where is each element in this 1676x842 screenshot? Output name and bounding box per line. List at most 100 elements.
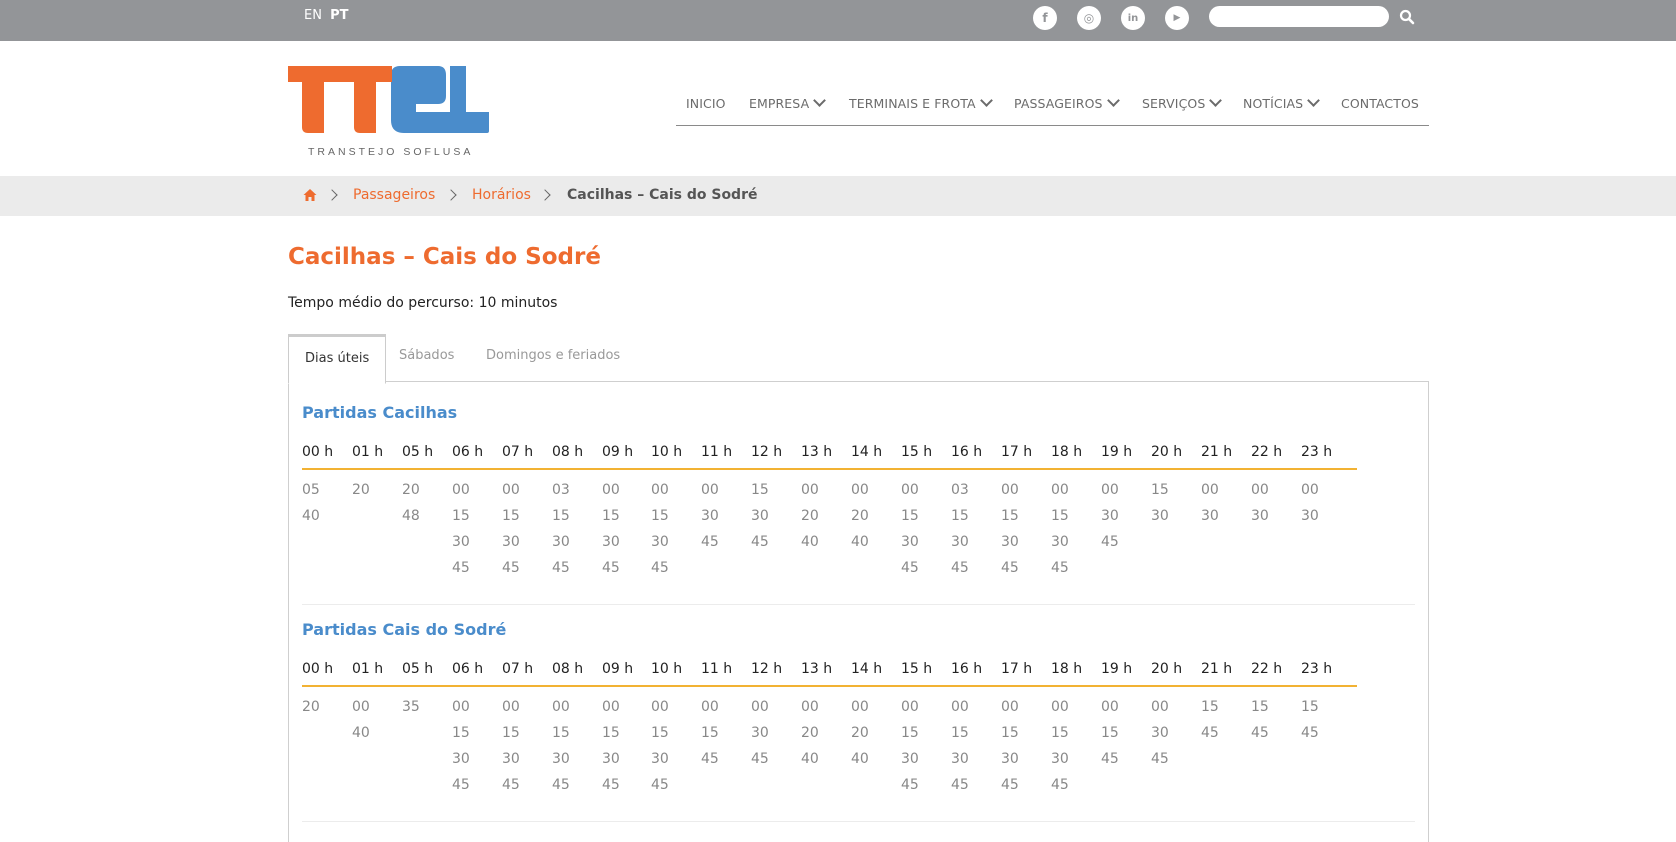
departure-minute: 45 — [1151, 751, 1169, 767]
hour-header: 10 h — [651, 444, 683, 460]
search-icon[interactable] — [1398, 8, 1416, 26]
departure-minute: 30 — [651, 534, 669, 550]
departure-minute: 15 — [452, 508, 470, 524]
departure-minute: 40 — [801, 534, 819, 550]
minutes-column: 00 30 45 — [701, 477, 719, 555]
tab-domingos-e-feriados[interactable]: Domingos e feriados — [486, 334, 620, 380]
tab-sabados[interactable]: Sábados — [399, 334, 454, 380]
minutes-column: 20 48 — [402, 477, 420, 529]
departure-minute: 00 — [552, 699, 570, 715]
breadcrumb-passageiros[interactable]: Passageiros — [353, 187, 435, 203]
nav-label: SERVIÇOS — [1142, 96, 1206, 111]
nav-contactos[interactable]: CONTACTOS — [1341, 96, 1419, 111]
hour-header: 21 h — [1201, 444, 1233, 460]
departure-minute: 15 — [1301, 699, 1319, 715]
departure-minute: 30 — [1251, 508, 1269, 524]
minutes-column: 00 30 45 — [1151, 694, 1169, 772]
minutes-column: 00 15 30 45 — [901, 477, 919, 581]
hour-header: 16 h — [951, 444, 983, 460]
departure-minute: 03 — [552, 482, 570, 498]
hour-header: 13 h — [801, 444, 833, 460]
departure-minute: 00 — [1301, 482, 1319, 498]
minutes-column: 15 45 — [1201, 694, 1219, 746]
departure-minute: 45 — [452, 777, 470, 793]
departure-minute: 15 — [1051, 725, 1069, 741]
departure-minute: 45 — [1101, 751, 1119, 767]
hour-header: 15 h — [901, 661, 933, 677]
departure-minute: 00 — [1201, 482, 1219, 498]
departure-minute: 00 — [602, 699, 620, 715]
hour-header: 08 h — [552, 661, 584, 677]
breadcrumb-horarios[interactable]: Horários — [472, 187, 531, 203]
departure-minute: 45 — [901, 560, 919, 576]
hour-header: 12 h — [751, 444, 783, 460]
nav-empresa[interactable]: EMPRESA — [749, 94, 827, 111]
departure-minute: 45 — [1001, 777, 1019, 793]
departure-minute: 20 — [801, 508, 819, 524]
facebook-icon[interactable]: f — [1033, 6, 1057, 30]
departure-minute: 00 — [502, 699, 520, 715]
departure-minute: 15 — [452, 725, 470, 741]
departure-minute: 00 — [651, 699, 669, 715]
search-input[interactable] — [1209, 6, 1389, 27]
departure-minute: 45 — [1251, 725, 1269, 741]
minutes-column: 00 30 45 — [1101, 477, 1119, 555]
breadcrumb: Passageiros Horários Cacilhas – Cais do … — [0, 176, 1676, 216]
departure-minute: 45 — [751, 751, 769, 767]
nav-label: EMPRESA — [749, 96, 810, 111]
departure-minute: 30 — [1001, 534, 1019, 550]
departure-minute: 00 — [851, 482, 869, 498]
lang-pt[interactable]: PT — [330, 8, 348, 23]
hour-header: 08 h — [552, 444, 584, 460]
tab-dias-uteis[interactable]: Dias úteis — [288, 334, 387, 384]
ttsl-logo[interactable]: TRANSTEJO SOFLUSA — [288, 60, 493, 160]
home-icon[interactable] — [303, 188, 317, 202]
youtube-icon[interactable]: ▶ — [1165, 6, 1189, 30]
page-title: Cacilhas – Cais do Sodré — [288, 244, 601, 270]
departure-minute: 30 — [751, 725, 769, 741]
nav-terminais-e-frota[interactable]: TERMINAIS E FROTA — [849, 94, 993, 111]
departure-minute: 20 — [302, 699, 320, 715]
hour-header: 17 h — [1001, 444, 1033, 460]
breadcrumb-current: Cacilhas – Cais do Sodré — [567, 187, 758, 203]
departure-minute: 30 — [1151, 508, 1169, 524]
departure-minute: 00 — [1151, 699, 1169, 715]
departure-minute: 40 — [352, 725, 370, 741]
departure-minute: 20 — [851, 508, 869, 524]
departure-minute: 30 — [751, 508, 769, 524]
nav-passageiros[interactable]: PASSAGEIROS — [1014, 94, 1120, 111]
instagram-icon[interactable]: ◎ — [1077, 6, 1101, 30]
hour-header: 06 h — [452, 444, 484, 460]
nav-inicio[interactable]: INICIO — [686, 96, 726, 111]
nav-label: INICIO — [686, 96, 726, 111]
departure-minute: 45 — [552, 777, 570, 793]
linkedin-icon[interactable]: in — [1121, 6, 1145, 30]
departure-minute: 00 — [851, 699, 869, 715]
hour-header: 12 h — [751, 661, 783, 677]
minutes-column: 00 30 — [1201, 477, 1219, 529]
departure-minute: 40 — [801, 751, 819, 767]
nav-noticias[interactable]: NOTÍCIAS — [1243, 94, 1321, 111]
chevron-right-icon — [445, 189, 457, 201]
lang-en[interactable]: EN — [304, 8, 322, 23]
departure-minute: 30 — [1101, 508, 1119, 524]
departure-minute: 30 — [901, 751, 919, 767]
departure-minute: 45 — [1001, 560, 1019, 576]
minutes-column: 00 20 40 — [801, 477, 819, 555]
nav-label: NOTÍCIAS — [1243, 96, 1304, 111]
departure-minute: 30 — [901, 534, 919, 550]
hours-row: 00 h 01 h 05 h 06 h 07 h 08 h 09 h 10 h 11 h 12 h… — [302, 661, 1357, 687]
departure-minute: 30 — [1201, 508, 1219, 524]
departure-minute: 00 — [901, 699, 919, 715]
departure-minute: 45 — [502, 777, 520, 793]
departure-minute: 45 — [1301, 725, 1319, 741]
departure-minute: 00 — [701, 482, 719, 498]
minutes-column: 00 20 40 — [851, 477, 869, 555]
departure-minute: 30 — [951, 751, 969, 767]
nav-servicos[interactable]: SERVIÇOS — [1142, 94, 1223, 111]
nav-label: CONTACTOS — [1341, 96, 1419, 111]
departure-minute: 00 — [1001, 482, 1019, 498]
departure-minute: 40 — [851, 534, 869, 550]
departure-minute: 45 — [751, 534, 769, 550]
minutes-column: 35 — [402, 694, 420, 720]
